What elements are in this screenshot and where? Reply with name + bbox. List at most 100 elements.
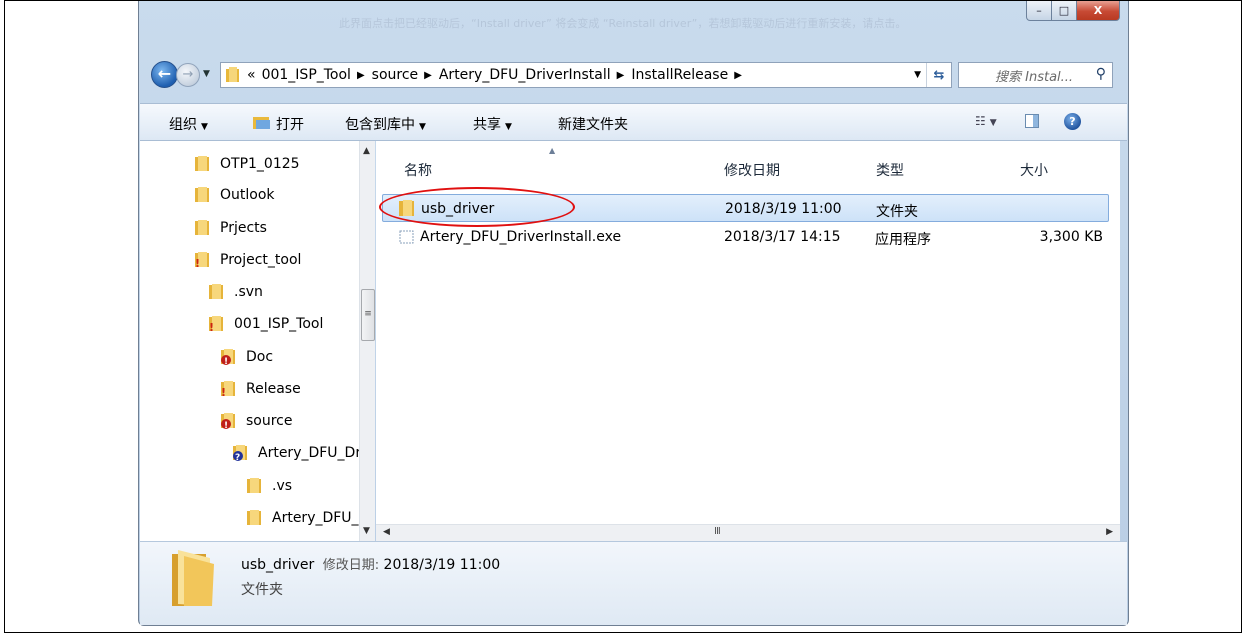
file-row[interactable]: usb_driver 2018/3/19 11:00 文件夹 <box>379 187 1109 227</box>
navigation-pane-scrollbar[interactable]: ▲ ≡ ▼ <box>359 141 375 541</box>
chevron-right-icon[interactable]: ▶ <box>734 70 742 81</box>
minimize-button[interactable]: – <box>1026 1 1052 21</box>
scrollbar-thumb[interactable]: ≡ <box>361 289 375 341</box>
open-button[interactable]: 打开 <box>276 114 304 134</box>
chevron-down-icon: ▼ <box>201 122 208 132</box>
tree-item-label: Artery_DFU_ <box>272 510 359 526</box>
tree-item-label: Prjects <box>220 220 267 236</box>
exe-icon <box>399 230 414 244</box>
svg-text:!: ! <box>224 421 228 429</box>
forward-button[interactable]: → <box>176 63 200 87</box>
forward-arrow-icon: → <box>182 67 194 82</box>
details-date: 2018/3/19 11:00 <box>383 557 501 573</box>
document-frame: 此界面点击把已经驱动后，“Install driver” 将会变成 “Reins… <box>4 0 1242 633</box>
breadcrumb-item[interactable]: InstallRelease <box>631 67 728 83</box>
tree-item-label: Release <box>246 381 301 397</box>
svg-text:!: ! <box>209 321 214 332</box>
tree-item[interactable]: ! Project_tool <box>195 249 301 271</box>
chevron-down-icon: ▼ <box>989 118 997 128</box>
tree-item-label: .vs <box>272 478 293 494</box>
svn-modified-folder-icon: ! <box>195 252 209 268</box>
new-folder-button[interactable]: 新建文件夹 <box>558 114 628 134</box>
folder-icon <box>399 200 414 216</box>
breadcrumb-overflow[interactable]: « <box>247 67 256 83</box>
tree-item[interactable]: ! source <box>221 410 293 432</box>
column-header-name[interactable]: 名称 <box>404 160 432 180</box>
tree-item-label: .svn <box>234 284 263 300</box>
svn-conflict-folder-icon: ! <box>221 413 235 429</box>
title-bar[interactable]: 此界面点击把已经驱动后，“Install driver” 将会变成 “Reins… <box>139 1 1128 55</box>
tree-item[interactable]: ! Doc <box>221 346 273 368</box>
search-icon[interactable]: ⚲ <box>1096 66 1106 82</box>
organize-menu[interactable]: 组织 ▼ <box>169 114 208 134</box>
window-controls: – □ X <box>1026 1 1120 21</box>
tree-item[interactable]: ! Release <box>221 378 301 400</box>
command-bar: 组织 ▼ 打开 包含到库中 ▼ 共享 ▼ 新建文件夹 ☷ ▼ ? <box>140 103 1127 141</box>
folder-icon <box>247 510 261 525</box>
open-folder-icon <box>253 117 270 129</box>
breadcrumb-item[interactable]: Artery_DFU_DriverInstall <box>439 67 611 83</box>
svg-text:!: ! <box>221 386 226 397</box>
scroll-up-icon[interactable]: ▲ <box>363 146 370 156</box>
refresh-button[interactable]: ⇆ <box>926 63 951 87</box>
file-name: usb_driver <box>421 201 495 217</box>
share-menu[interactable]: 共享 ▼ <box>473 114 512 134</box>
folder-icon <box>195 220 209 235</box>
svn-conflict-folder-icon: ! <box>221 349 235 365</box>
chevron-right-icon[interactable]: ▶ <box>424 70 432 81</box>
navigation-row: ← → ▼ « 001_ISP_Tool ▶ source ▶ Artery_D… <box>139 59 1128 91</box>
maximize-button[interactable]: □ <box>1051 1 1077 21</box>
tree-item[interactable]: OTP1_0125 <box>195 153 300 175</box>
recent-pages-dropdown[interactable]: ▼ <box>203 69 210 79</box>
share-label: 共享 <box>473 117 501 133</box>
tree-item-label: Artery_DFU_Dr <box>258 445 362 461</box>
column-header-type[interactable]: 类型 <box>876 160 904 180</box>
chevron-right-icon[interactable]: ▶ <box>357 70 365 81</box>
tree-item[interactable]: .vs <box>247 475 292 497</box>
scroll-right-icon[interactable]: ▶ <box>1106 527 1113 537</box>
help-icon[interactable]: ? <box>1064 113 1081 130</box>
organize-label: 组织 <box>169 117 197 133</box>
tree-item[interactable]: Artery_DFU_ <box>247 507 359 529</box>
file-date: 2018/3/19 11:00 <box>725 201 842 217</box>
close-button[interactable]: X <box>1076 1 1120 21</box>
tree-item-label: Project_tool <box>220 252 302 268</box>
view-options-menu[interactable]: ☷ ▼ <box>975 114 997 128</box>
svn-unversioned-folder-icon: ? <box>233 445 247 461</box>
svg-text:!: ! <box>195 257 200 268</box>
tree-item[interactable]: ? Artery_DFU_Dr <box>233 442 361 464</box>
back-button[interactable]: ← <box>151 61 178 88</box>
breadcrumb-item[interactable]: source <box>372 67 419 83</box>
tree-item[interactable]: Prjects <box>195 217 267 239</box>
sort-ascending-icon: ▲ <box>549 146 556 155</box>
scroll-down-icon[interactable]: ▼ <box>363 526 370 536</box>
file-list: ▲ 名称 修改日期 类型 大小 usb_driver 2018/3/19 11:… <box>376 141 1120 541</box>
folder-icon <box>247 478 261 493</box>
tree-item[interactable]: ! 001_ISP_Tool <box>209 313 323 335</box>
chevron-right-icon[interactable]: ▶ <box>617 70 625 81</box>
address-bar[interactable]: « 001_ISP_Tool ▶ source ▶ Artery_DFU_Dri… <box>220 62 952 88</box>
file-name: Artery_DFU_DriverInstall.exe <box>420 229 622 245</box>
preview-pane-button[interactable] <box>1025 114 1039 128</box>
file-date: 2018/3/17 14:15 <box>724 229 841 245</box>
tree-item-label: OTP1_0125 <box>220 156 300 172</box>
column-header-size[interactable]: 大小 <box>1020 160 1048 180</box>
file-size: 3,300 KB <box>1039 229 1103 245</box>
file-row[interactable]: Artery_DFU_DriverInstall.exe 2018/3/17 1… <box>382 223 1109 251</box>
details-type: 文件夹 <box>241 582 283 598</box>
address-dropdown-icon[interactable]: ▼ <box>914 70 921 80</box>
horizontal-scrollbar[interactable]: ◀ III ▶ <box>376 524 1120 541</box>
chevron-down-icon: ▼ <box>419 122 426 132</box>
background-document-text: 此界面点击把已经驱动后，“Install driver” 将会变成 “Reins… <box>339 17 907 30</box>
svg-text:?: ? <box>235 453 240 461</box>
search-input[interactable]: 搜索 Instal... ⚲ <box>958 62 1113 88</box>
tree-item-label: 001_ISP_Tool <box>234 316 324 332</box>
include-in-library-label: 包含到库中 <box>345 117 415 133</box>
folder-icon <box>226 67 239 82</box>
include-in-library-menu[interactable]: 包含到库中 ▼ <box>345 114 426 134</box>
tree-item[interactable]: .svn <box>209 281 263 303</box>
tree-item[interactable]: Outlook <box>195 184 275 206</box>
column-header-date[interactable]: 修改日期 <box>724 160 780 180</box>
scroll-left-icon[interactable]: ◀ <box>383 527 390 537</box>
breadcrumb-item[interactable]: 001_ISP_Tool <box>262 67 351 83</box>
